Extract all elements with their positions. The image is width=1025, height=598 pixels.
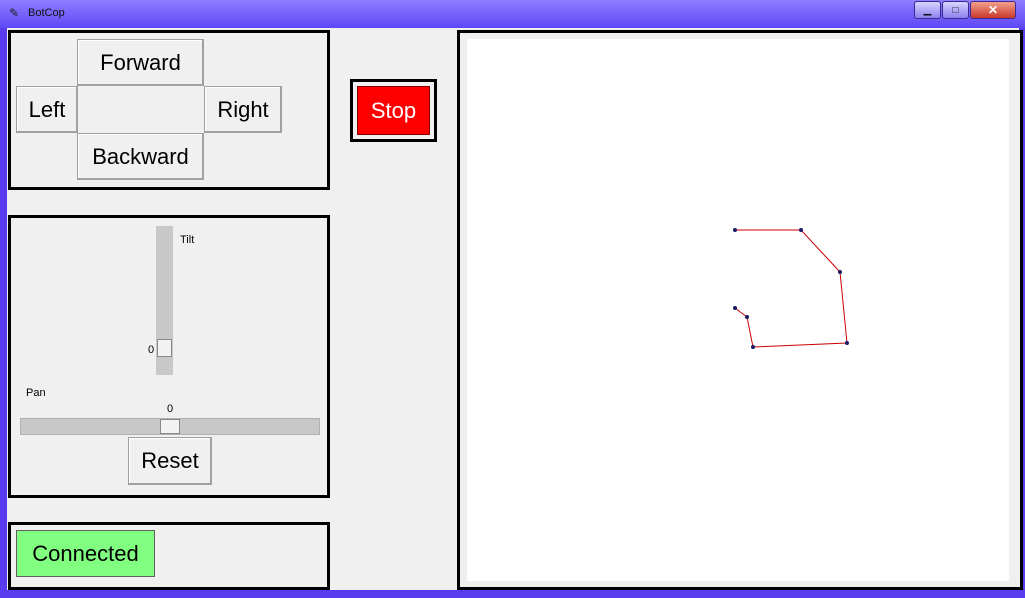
window-title: BotCop bbox=[28, 7, 65, 19]
pan-label: Pan bbox=[26, 387, 46, 399]
movement-panel: Forward Left Right Backward bbox=[8, 30, 330, 190]
map-canvas-border bbox=[460, 33, 1020, 587]
client-area: Forward Left Right Backward Stop Tilt 0 … bbox=[7, 28, 1023, 590]
path-point bbox=[733, 306, 737, 310]
title-bar[interactable]: ✎ BotCop ▁ □ ✕ bbox=[0, 0, 1025, 28]
path-point bbox=[845, 341, 849, 345]
forward-button[interactable]: Forward bbox=[77, 39, 204, 86]
tilt-value: 0 bbox=[148, 344, 155, 356]
pan-slider-thumb[interactable] bbox=[160, 419, 180, 434]
minimize-button[interactable]: ▁ bbox=[914, 1, 941, 19]
map-canvas[interactable] bbox=[467, 39, 1009, 581]
tilt-slider-thumb[interactable] bbox=[157, 339, 172, 357]
camera-panel: Tilt 0 Pan 0 Reset bbox=[8, 215, 330, 498]
connection-status: Connected bbox=[16, 530, 155, 577]
pan-value: 0 bbox=[167, 403, 174, 415]
backward-button[interactable]: Backward bbox=[77, 133, 204, 180]
feather-icon: ✎ bbox=[9, 6, 20, 20]
maximize-icon: □ bbox=[952, 4, 959, 16]
close-icon: ✕ bbox=[987, 3, 999, 17]
path-line bbox=[734, 229, 848, 348]
left-button[interactable]: Left bbox=[16, 86, 78, 133]
path-point bbox=[733, 228, 737, 232]
minimize-icon: ▁ bbox=[923, 4, 932, 16]
stop-panel: Stop bbox=[350, 79, 437, 142]
path-point bbox=[751, 345, 755, 349]
path-point bbox=[745, 315, 749, 319]
path-point bbox=[838, 270, 842, 274]
right-button[interactable]: Right bbox=[204, 86, 282, 133]
stop-button[interactable]: Stop bbox=[357, 86, 430, 135]
tilt-label: Tilt bbox=[180, 234, 195, 246]
status-panel: Connected bbox=[8, 522, 330, 590]
path-point bbox=[799, 228, 803, 232]
close-button[interactable]: ✕ bbox=[970, 1, 1016, 19]
robot-path bbox=[733, 228, 849, 349]
maximize-button[interactable]: □ bbox=[942, 1, 969, 19]
map-panel bbox=[457, 30, 1023, 590]
app-window: ✎ BotCop ▁ □ ✕ Forward Left Right Backwa… bbox=[0, 0, 1025, 598]
reset-button[interactable]: Reset bbox=[128, 437, 212, 485]
